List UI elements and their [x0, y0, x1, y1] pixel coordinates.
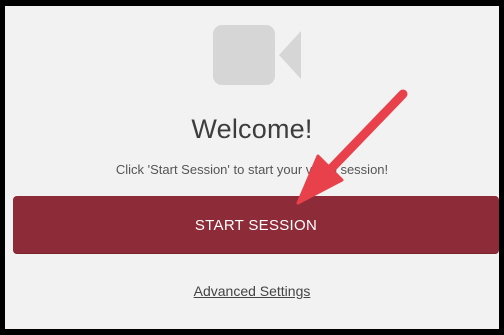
session-panel: Welcome! Click 'Start Session' to start … [5, 6, 499, 329]
video-camera-icon [213, 25, 301, 85]
welcome-title: Welcome! [191, 114, 313, 144]
start-session-button[interactable]: START SESSION [13, 196, 499, 254]
advanced-settings-row: Advanced Settings [5, 283, 499, 299]
welcome-subtitle: Click 'Start Session' to start your vide… [115, 162, 389, 177]
start-session-label: START SESSION [194, 216, 318, 234]
advanced-settings-link[interactable]: Advanced Settings [194, 283, 311, 299]
